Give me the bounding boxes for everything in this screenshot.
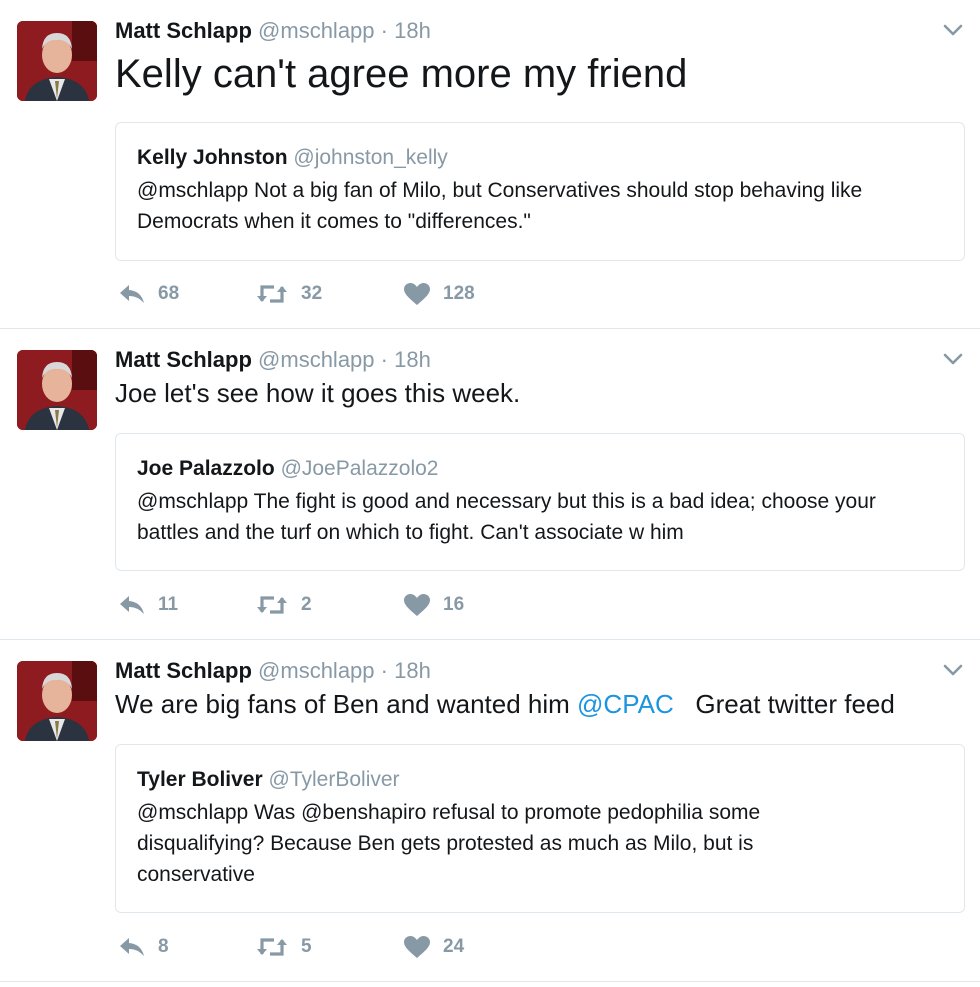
quoted-tweet-text: @mschlapp The fight is good and necessar… bbox=[137, 490, 876, 544]
tweet[interactable]: Matt Schlapp @mschlapp · 18h Joe let's s… bbox=[0, 329, 980, 640]
quoted-tweet[interactable]: Joe Palazzolo @JoePalazzolo2 @mschlapp T… bbox=[115, 433, 965, 571]
quoted-author-handle: @johnston_kelly bbox=[293, 146, 448, 169]
mention-link[interactable]: @CPAC bbox=[577, 689, 674, 719]
tweet-header: Matt Schlapp @mschlapp · 18h bbox=[115, 345, 431, 375]
retweet-count: 32 bbox=[301, 283, 323, 304]
like-button[interactable]: 128 bbox=[403, 282, 475, 306]
quoted-tweet-header: Tyler Boliver @TylerBoliver bbox=[137, 765, 943, 795]
tweet-text: We are big fans of Ben and wanted him @C… bbox=[115, 687, 895, 721]
reply-button[interactable]: 11 bbox=[118, 594, 255, 616]
separator-dot: · bbox=[380, 18, 388, 43]
tweet-text: Kelly can't agree more my friend bbox=[115, 50, 687, 98]
author-handle[interactable]: @mschlapp bbox=[258, 18, 375, 43]
reply-icon bbox=[120, 596, 144, 614]
tweet-actions: 11 2 16 bbox=[118, 593, 464, 617]
tweet-text-after: Great twitter feed bbox=[673, 689, 895, 719]
tweet-timestamp[interactable]: 18h bbox=[394, 658, 431, 683]
avatar[interactable] bbox=[17, 661, 97, 741]
avatar[interactable] bbox=[17, 350, 97, 430]
chevron-down-icon[interactable] bbox=[942, 22, 964, 38]
author-name[interactable]: Matt Schlapp bbox=[115, 18, 252, 43]
author-name[interactable]: Matt Schlapp bbox=[115, 658, 252, 683]
author-handle[interactable]: @mschlapp bbox=[258, 347, 375, 372]
quoted-tweet-text: @mschlapp Was @benshapiro refusal to pro… bbox=[137, 801, 761, 886]
tweet-text-main: Kelly can't agree more my friend bbox=[115, 52, 688, 96]
tweet-header: Matt Schlapp @mschlapp · 18h bbox=[115, 656, 431, 686]
tweet-timestamp[interactable]: 18h bbox=[394, 347, 431, 372]
retweet-count: 2 bbox=[301, 594, 312, 615]
tweet-text-main: Joe let's see how it goes this week. bbox=[115, 378, 521, 408]
avatar[interactable] bbox=[17, 21, 97, 101]
author-name[interactable]: Matt Schlapp bbox=[115, 347, 252, 372]
tweet-text-before: We are big fans of Ben and wanted him bbox=[115, 689, 578, 719]
separator-dot: · bbox=[380, 347, 388, 372]
retweet-count: 5 bbox=[301, 936, 312, 957]
tweet[interactable]: Matt Schlapp @mschlapp · 18h Kelly can't… bbox=[0, 0, 980, 329]
tweet-feed: Matt Schlapp @mschlapp · 18h Kelly can't… bbox=[0, 0, 980, 982]
quoted-tweet-text: @mschlapp Not a big fan of Milo, but Con… bbox=[137, 179, 863, 233]
chevron-down-icon[interactable] bbox=[942, 351, 964, 367]
reply-icon bbox=[120, 285, 144, 303]
tweet[interactable]: Matt Schlapp @mschlapp · 18h We are big … bbox=[0, 640, 980, 982]
quoted-tweet[interactable]: Tyler Boliver @TylerBoliver @mschlapp Wa… bbox=[115, 744, 965, 913]
like-button[interactable]: 16 bbox=[403, 593, 464, 617]
tweet-header: Matt Schlapp @mschlapp · 18h bbox=[115, 16, 431, 46]
tweet-actions: 68 32 128 bbox=[118, 282, 475, 306]
author-handle[interactable]: @mschlapp bbox=[258, 658, 375, 683]
quoted-tweet-header: Kelly Johnston @johnston_kelly bbox=[137, 143, 943, 173]
reply-button[interactable]: 68 bbox=[118, 283, 255, 305]
chevron-down-icon[interactable] bbox=[942, 662, 964, 678]
quoted-tweet[interactable]: Kelly Johnston @johnston_kelly @mschlapp… bbox=[115, 122, 965, 261]
like-count: 128 bbox=[443, 283, 475, 304]
retweet-button[interactable]: 32 bbox=[255, 283, 403, 305]
tweet-actions: 8 5 24 bbox=[118, 935, 464, 959]
tweet-text: Joe let's see how it goes this week. bbox=[115, 376, 520, 410]
tweet-timestamp[interactable]: 18h bbox=[394, 18, 431, 43]
like-count: 16 bbox=[443, 594, 465, 615]
heart-icon bbox=[404, 594, 430, 616]
reply-icon bbox=[120, 938, 144, 956]
quoted-author-name: Joe Palazzolo bbox=[137, 457, 275, 480]
separator-dot: · bbox=[380, 658, 388, 683]
quoted-author-handle: @JoePalazzolo2 bbox=[280, 457, 439, 480]
quoted-tweet-header: Joe Palazzolo @JoePalazzolo2 bbox=[137, 454, 943, 484]
quoted-author-name: Tyler Boliver bbox=[137, 768, 263, 791]
retweet-icon bbox=[257, 285, 287, 303]
heart-icon bbox=[404, 283, 430, 305]
retweet-icon bbox=[257, 596, 287, 614]
like-button[interactable]: 24 bbox=[403, 935, 464, 959]
reply-count: 11 bbox=[158, 594, 179, 615]
retweet-icon bbox=[257, 938, 287, 956]
heart-icon bbox=[404, 936, 430, 958]
quoted-author-handle: @TylerBoliver bbox=[268, 768, 400, 791]
like-count: 24 bbox=[443, 936, 465, 957]
retweet-button[interactable]: 2 bbox=[255, 594, 403, 616]
reply-button[interactable]: 8 bbox=[118, 936, 255, 958]
quoted-author-name: Kelly Johnston bbox=[137, 146, 288, 169]
reply-count: 8 bbox=[158, 936, 169, 957]
retweet-button[interactable]: 5 bbox=[255, 936, 403, 958]
reply-count: 68 bbox=[158, 283, 180, 304]
